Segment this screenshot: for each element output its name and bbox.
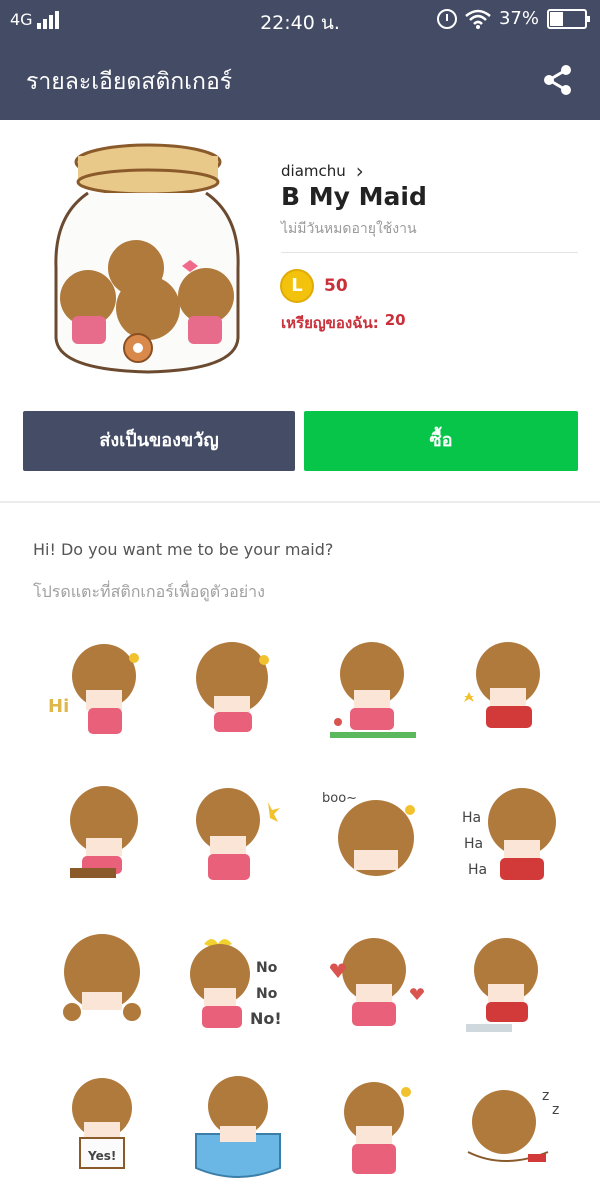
sticker-text: Ha	[468, 862, 487, 878]
sticker-text: Yes!	[87, 1149, 116, 1163]
sticker-description: Hi! Do you want me to be your maid?	[33, 540, 334, 559]
my-coins: เหรียญของฉัน: 20	[281, 311, 406, 335]
sticker-text: Ha	[462, 810, 481, 826]
sticker-image: Ha Ha Ha	[462, 788, 556, 880]
sticker-image: No No No!	[190, 939, 282, 1028]
sticker-image	[195, 1076, 281, 1178]
my-coins-label: เหรียญของฉัน:	[281, 314, 379, 332]
coin-icon: L	[280, 269, 314, 303]
sticker-image	[330, 938, 424, 1026]
sticker-item[interactable]: Yes!	[42, 1074, 156, 1194]
status-bar: 4G 22:40 น. 37%	[0, 0, 600, 40]
sticker-item[interactable]	[42, 926, 156, 1046]
sticker-item[interactable]	[320, 926, 434, 1046]
sticker-title: B My Maid	[281, 182, 427, 211]
buy-button[interactable]: ซื้อ	[304, 411, 578, 471]
sticker-image: Yes!	[72, 1078, 132, 1169]
sticker-item[interactable]	[320, 630, 434, 750]
sticker-image	[196, 642, 269, 732]
sticker-item[interactable]	[42, 778, 156, 898]
sticker-image	[466, 938, 538, 1032]
sticker-item[interactable]: boo~	[320, 778, 434, 898]
sticker-image: Hi	[48, 644, 139, 734]
battery-percent: 37%	[498, 8, 539, 29]
sticker-item[interactable]	[320, 1074, 434, 1194]
app-header: รายละเอียดสติกเกอร์	[0, 40, 600, 120]
sticker-text: No!	[250, 1009, 282, 1028]
sticker-image	[70, 786, 138, 878]
status-icons: 37%	[436, 8, 590, 29]
author-name: diamchu	[281, 162, 346, 180]
send-as-gift-button[interactable]: ส่งเป็นของขวัญ	[23, 411, 295, 471]
author-link[interactable]: diamchu ›	[281, 158, 364, 183]
sticker-item[interactable]	[182, 778, 296, 898]
sticker-text: Ha	[464, 836, 483, 852]
share-icon[interactable]	[542, 64, 574, 96]
price: 50	[324, 276, 348, 296]
battery-icon	[547, 8, 590, 29]
alarm-icon	[436, 8, 457, 29]
section-divider	[0, 501, 600, 503]
validity-text: ไม่มีวันหมดอายุใช้งาน	[281, 221, 417, 237]
sticker-pack-thumbnail	[54, 143, 240, 374]
divider	[281, 252, 578, 253]
sticker-item[interactable]: Ha Ha Ha	[458, 778, 572, 898]
sticker-text: No	[256, 986, 278, 1002]
preview-hint: โปรดแตะที่สติกเกอร์เพื่อดูตัวอย่าง	[33, 582, 265, 601]
sticker-image	[464, 642, 540, 728]
sticker-image	[330, 642, 416, 738]
sticker-image	[196, 788, 280, 880]
sticker-item[interactable]: No No No!	[182, 926, 296, 1046]
wifi-icon	[465, 9, 491, 29]
sticker-item[interactable]	[458, 630, 572, 750]
chevron-right-icon: ›	[355, 158, 364, 183]
sticker-image	[63, 934, 141, 1021]
sticker-item[interactable]: z z	[458, 1074, 572, 1194]
sticker-text: boo~	[322, 791, 357, 806]
sticker-item[interactable]	[458, 926, 572, 1046]
sticker-item[interactable]: Hi	[42, 630, 156, 750]
sticker-image: boo~	[322, 791, 415, 876]
sticker-image: z z	[467, 1088, 559, 1162]
sticker-text: Hi	[48, 696, 69, 717]
sticker-image	[344, 1082, 411, 1174]
my-coins-value: 20	[384, 311, 406, 329]
sticker-item[interactable]	[182, 1074, 296, 1194]
page-title: รายละเอียดสติกเกอร์	[26, 69, 233, 95]
sticker-text: No	[256, 960, 278, 976]
svg-text:z: z	[552, 1102, 559, 1118]
svg-text:z: z	[542, 1088, 549, 1104]
sticker-item[interactable]	[182, 630, 296, 750]
